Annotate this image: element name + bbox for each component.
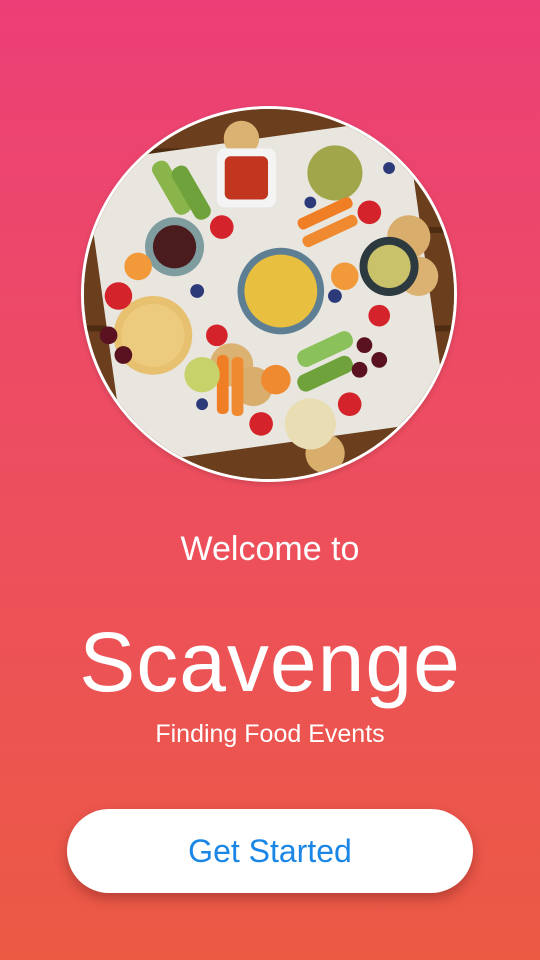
app-tagline: Finding Food Events [155,720,385,748]
welcome-greeting: Welcome to [180,530,360,568]
hero-food-image [81,106,457,482]
food-platter-illustration [84,109,454,479]
get-started-button[interactable]: Get Started [67,809,473,893]
app-name: Scavenge [79,615,461,709]
